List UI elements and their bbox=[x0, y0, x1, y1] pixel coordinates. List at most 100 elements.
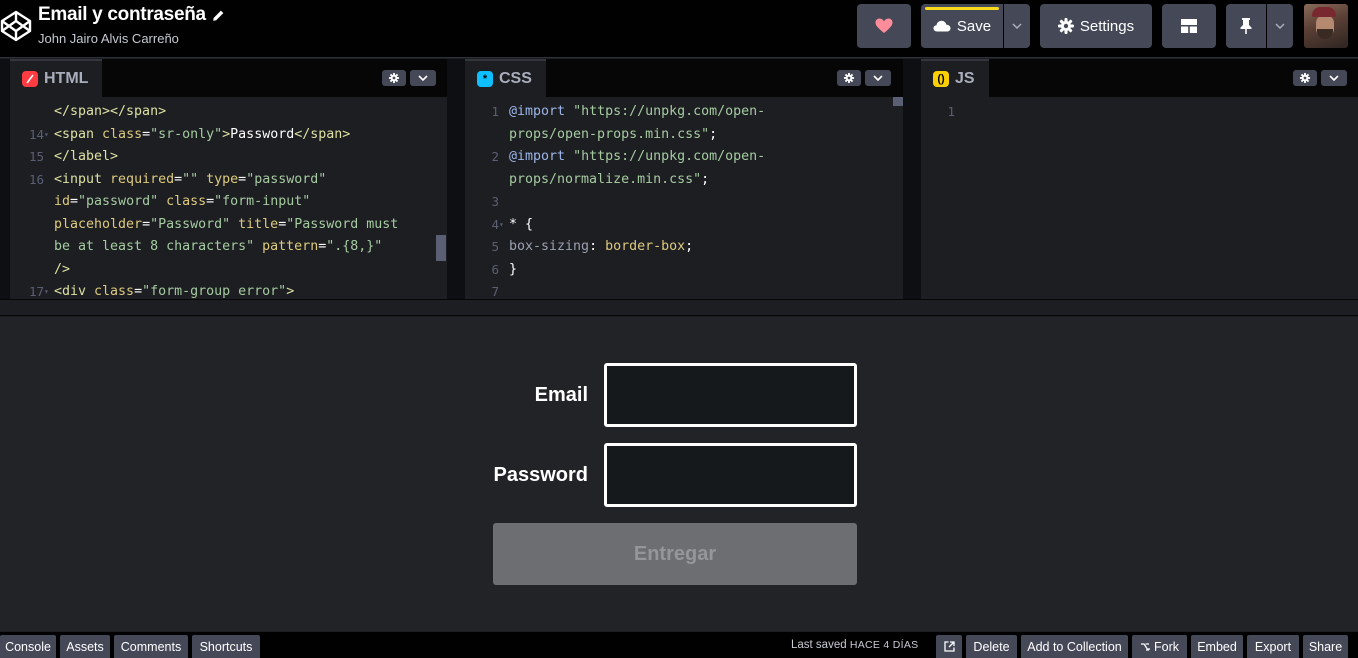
line-number: 1 bbox=[491, 104, 499, 119]
html-code-line[interactable]: placeholder="Password" title="Password m… bbox=[10, 214, 447, 237]
fold-arrow-icon[interactable]: ▾ bbox=[44, 281, 49, 299]
html-collapse-button[interactable] bbox=[410, 70, 436, 86]
settings-button[interactable]: Settings bbox=[1040, 4, 1152, 48]
css-code-line[interactable]: 2 @import "https://unpkg.com/open- bbox=[465, 146, 903, 169]
code-text: </label> bbox=[54, 149, 119, 164]
comments-button[interactable]: Comments bbox=[114, 635, 188, 658]
js-editor: () JS 1 bbox=[921, 59, 1358, 299]
code-text: <span class="sr-only">Password</span> bbox=[54, 126, 351, 142]
css-collapse-button[interactable] bbox=[865, 70, 891, 86]
css-tab-label: CSS bbox=[499, 70, 532, 87]
css-code-line[interactable]: props/open-props.min.css"; bbox=[465, 124, 903, 147]
html-editor-header: HTML bbox=[10, 59, 447, 97]
code-text: * { bbox=[509, 216, 534, 232]
css-settings-button[interactable] bbox=[837, 70, 861, 86]
html-code-line[interactable]: 15 </label> bbox=[10, 146, 447, 169]
css-scrollbar-thumb[interactable] bbox=[893, 97, 903, 106]
pen-title[interactable]: Email y contraseña bbox=[38, 4, 225, 26]
js-tab[interactable]: () JS bbox=[921, 59, 989, 97]
html-tab[interactable]: HTML bbox=[10, 59, 103, 97]
html-code-line[interactable]: id="password" class="form-input" bbox=[10, 191, 447, 214]
pen-title-text[interactable]: Email y contraseña bbox=[38, 4, 206, 26]
cloud-icon bbox=[933, 20, 951, 32]
gear-icon bbox=[389, 73, 399, 83]
avatar-cap bbox=[1312, 7, 1336, 17]
top-header: Email y contraseña John Jairo Alvis Carr… bbox=[0, 0, 1358, 58]
add-to-collection-button[interactable]: Add to Collection bbox=[1021, 635, 1128, 658]
code-text: @import "https://unpkg.com/open- bbox=[509, 104, 766, 119]
css-code-line[interactable]: props/normalize.min.css"; bbox=[465, 169, 903, 192]
code-text: } bbox=[509, 261, 518, 277]
save-button[interactable]: Save bbox=[921, 4, 1003, 48]
chevron-down-icon bbox=[873, 75, 883, 81]
bottom-toolbar: Console Assets Comments Shortcuts Last s… bbox=[0, 632, 1358, 658]
pin-icon bbox=[1240, 18, 1252, 34]
pin-button[interactable] bbox=[1226, 4, 1266, 48]
js-collapse-button[interactable] bbox=[1321, 70, 1347, 86]
pin-options-button[interactable] bbox=[1267, 4, 1293, 48]
delete-button[interactable]: Delete bbox=[966, 635, 1017, 658]
pen-author[interactable]: John Jairo Alvis Carreño bbox=[38, 31, 225, 46]
html-code-line[interactable]: 16 <input required="" type="password" bbox=[10, 169, 447, 192]
console-button[interactable]: Console bbox=[0, 635, 56, 658]
code-text: props/open-props.min.css"; bbox=[509, 126, 718, 142]
love-button[interactable] bbox=[857, 4, 911, 48]
js-settings-button[interactable] bbox=[1293, 70, 1317, 86]
shortcuts-button[interactable]: Shortcuts bbox=[192, 635, 260, 658]
css-code-line[interactable]: 1 @import "https://unpkg.com/open- bbox=[465, 101, 903, 124]
line-number: 7 bbox=[491, 284, 499, 299]
css-code-line[interactable]: 3 bbox=[465, 191, 903, 214]
preview-resize-handle[interactable] bbox=[0, 299, 1358, 316]
avatar[interactable] bbox=[1304, 4, 1348, 48]
html-code-line[interactable]: </span></span> bbox=[10, 101, 447, 124]
html-scrollbar-thumb[interactable] bbox=[436, 235, 446, 261]
css-tab[interactable]: * CSS bbox=[465, 59, 546, 97]
code-text: </span></span> bbox=[54, 104, 167, 119]
chevron-down-icon bbox=[418, 75, 428, 81]
js-editor-header: () JS bbox=[921, 59, 1358, 97]
pencil-icon[interactable] bbox=[212, 9, 225, 22]
fold-arrow-icon[interactable]: ▾ bbox=[44, 124, 49, 147]
fork-label: Fork bbox=[1154, 639, 1179, 654]
settings-label: Settings bbox=[1079, 17, 1135, 35]
assets-button[interactable]: Assets bbox=[60, 635, 110, 658]
editor-panes: HTML </span></span> 14 ▾ <span class="sr-o… bbox=[0, 59, 1358, 299]
fold-arrow-icon[interactable]: ▾ bbox=[499, 214, 504, 237]
js-editor-tools bbox=[1293, 70, 1347, 86]
share-button[interactable]: Share bbox=[1303, 635, 1348, 658]
css-code-line[interactable]: 5 box-sizing: border-box; bbox=[465, 236, 903, 259]
html-settings-button[interactable] bbox=[382, 70, 406, 86]
html-code-line[interactable]: /> bbox=[10, 259, 447, 282]
js-code-area[interactable]: 1 bbox=[921, 97, 1358, 299]
js-badge-icon: () bbox=[933, 71, 949, 87]
change-view-button[interactable] bbox=[1162, 4, 1216, 48]
password-label: Password bbox=[493, 464, 588, 486]
layout-icon bbox=[1181, 19, 1197, 33]
html-badge-icon bbox=[22, 71, 38, 87]
codepen-logo-icon[interactable] bbox=[0, 10, 32, 42]
css-code-area[interactable]: 1 @import "https://unpkg.com/open-props/o… bbox=[465, 97, 903, 299]
external-link-icon bbox=[943, 641, 955, 652]
html-code-line[interactable]: 14 ▾ <span class="sr-only">Password</span… bbox=[10, 124, 447, 147]
export-button[interactable]: Export bbox=[1247, 635, 1299, 658]
code-text: be at least 8 characters" pattern=".{8,}… bbox=[54, 239, 383, 254]
save-options-button[interactable] bbox=[1004, 4, 1030, 48]
js-code-line[interactable]: 1 bbox=[921, 101, 1358, 124]
line-number: 1 bbox=[947, 104, 955, 119]
css-code-line[interactable]: 4 ▾ * { bbox=[465, 214, 903, 237]
email-field[interactable] bbox=[604, 363, 857, 427]
line-number: 14 bbox=[28, 126, 44, 142]
css-code-line[interactable]: 7 bbox=[465, 281, 903, 299]
css-code-line[interactable]: 6} bbox=[465, 259, 903, 282]
html-code-area[interactable]: </span></span> 14 ▾ <span class="sr-only">… bbox=[10, 97, 447, 299]
line-number: 2 bbox=[491, 149, 499, 164]
code-text: /> bbox=[54, 261, 71, 277]
open-external-button[interactable] bbox=[936, 635, 962, 658]
html-code-line[interactable]: 17 ▾ <div class="form-group error"> bbox=[10, 281, 447, 299]
line-number: 4 bbox=[491, 216, 499, 232]
fork-button[interactable]: Fork bbox=[1132, 635, 1187, 658]
html-code-line[interactable]: be at least 8 characters" pattern=".{8,}… bbox=[10, 236, 447, 259]
password-field[interactable] bbox=[604, 443, 857, 507]
embed-button[interactable]: Embed bbox=[1191, 635, 1243, 658]
submit-button[interactable]: Entregar bbox=[493, 523, 857, 585]
